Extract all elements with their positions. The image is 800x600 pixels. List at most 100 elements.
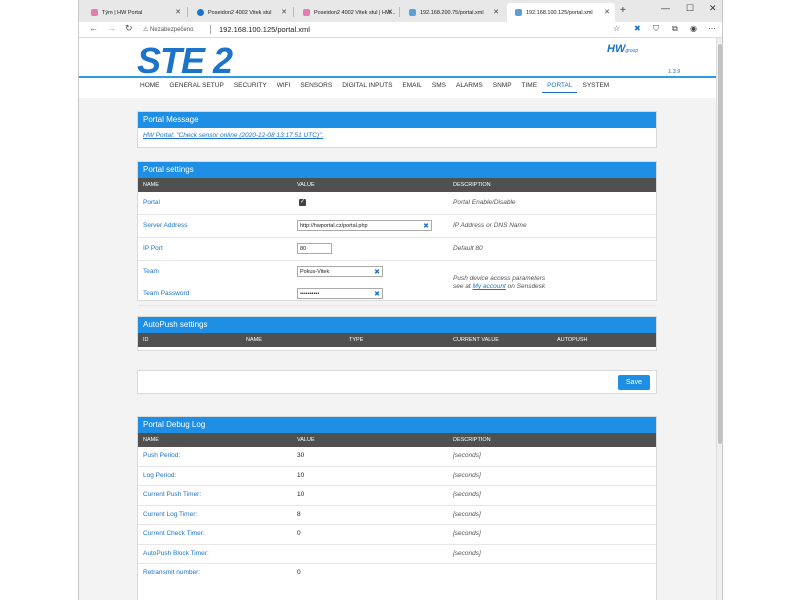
table-header: NAME VALUE DESCRIPTION	[138, 433, 656, 447]
new-tab-icon[interactable]: +	[620, 5, 626, 16]
team-input[interactable]: Pokus-Vitek ✖	[297, 266, 383, 277]
team-password-input[interactable]: •••••••••• ✖	[297, 288, 383, 299]
minimize-icon[interactable]: —	[661, 3, 670, 13]
panel-title: Portal settings	[138, 162, 656, 178]
browser-tab-4[interactable]: 192.168.200.75/portal.xml ✕	[401, 3, 504, 22]
header-divider	[79, 76, 716, 78]
favorite-star-icon[interactable]: ☆	[613, 24, 620, 33]
maximize-icon[interactable]: ☐	[686, 3, 694, 14]
table-row: AutoPush Block Timer: [seconds]	[138, 545, 656, 564]
close-icon[interactable]: ✕	[175, 8, 181, 16]
menu-home[interactable]: HOME	[135, 82, 165, 93]
table-row: Current Check Timer: 0 [seconds]	[138, 525, 656, 545]
column-header: CURRENT VALUE	[453, 337, 499, 343]
tab-label: 192.168.100.125/portal.xml	[526, 9, 593, 16]
window-close-icon[interactable]: ✕	[709, 3, 717, 14]
table-row: Push Period: 30 [seconds]	[138, 447, 656, 467]
forward-icon[interactable]: →	[107, 23, 116, 33]
menu-sensors[interactable]: SENSORS	[295, 82, 337, 93]
scrollbar-thumb[interactable]	[718, 44, 722, 444]
profile-icon[interactable]: ◉	[690, 24, 697, 33]
vertical-scrollbar[interactable]	[716, 38, 722, 600]
table-row: Current Log Timer: 8 [seconds]	[138, 506, 656, 525]
team-password-label: Team Password	[143, 290, 190, 297]
server-address-label: Server Address	[143, 222, 188, 229]
tab-strip: Tým | HW Portal ✕ Poseidon2 4002 Vitek s…	[79, 0, 722, 22]
tab-favicon-icon	[515, 9, 522, 16]
portal-message-panel: Portal Message HW Portal: "Check sensor …	[137, 111, 657, 148]
browser-tab-5-active[interactable]: 192.168.100.125/portal.xml ✕	[507, 3, 615, 22]
menu-email[interactable]: EMAIL	[397, 82, 427, 93]
save-button[interactable]: Save	[618, 375, 650, 390]
browser-tab-1[interactable]: Tým | HW Portal ✕	[83, 3, 186, 22]
clear-icon[interactable]: ✖	[374, 289, 380, 300]
browser-tab-2[interactable]: Poseidon2 4002 Vitek stul ✕	[189, 3, 292, 22]
hwgroup-logo: HWgroup	[607, 43, 639, 55]
clear-icon[interactable]: ✖	[374, 267, 380, 278]
tab-favicon-icon	[197, 9, 204, 16]
column-header: DESCRIPTION	[453, 182, 491, 188]
table-header: NAME VALUE DESCRIPTION	[138, 178, 656, 192]
close-icon[interactable]: ✕	[281, 8, 287, 16]
table-row: Log Period: 10 [seconds]	[138, 467, 656, 486]
menu-general-setup[interactable]: GENERAL SETUP	[165, 82, 229, 93]
table-header: ID NAME TYPE CURRENT VALUE AUTOPUSH	[138, 333, 656, 347]
menu-alarms[interactable]: ALARMS	[451, 82, 488, 93]
table-row: Portal ✓ Portal Enable/Disable	[138, 192, 656, 215]
column-header: NAME	[143, 182, 159, 188]
tab-label: 192.168.200.75/portal.xml	[420, 9, 484, 16]
team-label: Team	[143, 268, 159, 275]
table-row: Current Push Timer: 10 [seconds]	[138, 486, 656, 506]
back-icon[interactable]: ←	[89, 23, 98, 33]
portal-enable-checkbox[interactable]: ✓	[299, 199, 306, 206]
tab-label: Poseidon2 4002 Vitek stul | HW...	[314, 9, 396, 16]
team-desc-line2: see at My account on Sensdesk	[453, 283, 546, 290]
menu-wifi[interactable]: WIFI	[272, 82, 296, 93]
version-label: 1.3.9	[668, 69, 681, 75]
close-icon[interactable]: ✕	[604, 8, 610, 16]
shield-icon[interactable]: ⛉	[653, 24, 659, 34]
debug-value: 30	[297, 452, 305, 459]
url-input[interactable]: 192.168.100.125/portal.xml	[219, 25, 310, 34]
column-header: ID	[143, 337, 149, 343]
close-icon[interactable]: ✕	[493, 8, 499, 16]
portal-message-link[interactable]: HW Portal: "Check sensor online (2020-12…	[143, 132, 323, 139]
menu-portal[interactable]: PORTAL	[542, 82, 578, 93]
portal-settings-panel: Portal settings NAME VALUE DESCRIPTION P…	[137, 161, 657, 306]
debug-name: Retransmit number:	[143, 569, 201, 576]
server-address-input[interactable]: http://hwportal.cz/portal.php ✖	[297, 220, 432, 231]
server-address-desc: IP Address or DNS Name	[453, 222, 527, 229]
column-header: AUTOPUSH	[557, 337, 588, 343]
debug-name: Log Period:	[143, 471, 177, 479]
debug-desc: [seconds]	[453, 510, 481, 518]
browser-tab-3[interactable]: Poseidon2 4002 Vitek stul | HW... ✕	[295, 3, 398, 22]
autopush-panel: AutoPush settings ID NAME TYPE CURRENT V…	[137, 316, 657, 351]
menu-security[interactable]: SECURITY	[229, 82, 272, 93]
collections-icon[interactable]: ⧉	[672, 24, 678, 34]
debug-name: AutoPush Block Timer:	[143, 549, 209, 557]
tab-favicon-icon	[91, 9, 98, 16]
clear-icon[interactable]: ✖	[423, 221, 429, 232]
browser-window: Tým | HW Portal ✕ Poseidon2 4002 Vitek s…	[78, 0, 723, 600]
debug-desc: [seconds]	[453, 530, 481, 537]
menu-digital-inputs[interactable]: DIGITAL INPUTS	[337, 82, 397, 93]
debug-value: 0	[297, 530, 301, 537]
security-indicator[interactable]: ⚠ Nezabezpečeno	[143, 26, 193, 33]
close-icon[interactable]: ✕	[387, 8, 393, 16]
menu-snmp[interactable]: SNMP	[488, 82, 517, 93]
menu-time[interactable]: TIME	[517, 82, 543, 93]
debug-name: Current Check Timer:	[143, 530, 205, 537]
reload-icon[interactable]: ↻	[125, 23, 133, 34]
table-row: Retransmit number: 0	[138, 564, 656, 583]
column-header: VALUE	[297, 182, 315, 188]
more-menu-icon[interactable]: ⋯	[708, 24, 716, 33]
extension-icon[interactable]: ✖	[634, 24, 641, 33]
my-account-link[interactable]: My account	[473, 283, 506, 290]
menu-sms[interactable]: SMS	[427, 82, 451, 93]
column-header: TYPE	[349, 337, 364, 343]
debug-desc: [seconds]	[453, 471, 481, 479]
portal-label: Portal	[143, 199, 160, 206]
ip-port-input[interactable]: 80	[297, 243, 332, 254]
team-desc: Push device access parameters	[453, 275, 546, 282]
menu-system[interactable]: SYSTEM	[577, 82, 614, 93]
